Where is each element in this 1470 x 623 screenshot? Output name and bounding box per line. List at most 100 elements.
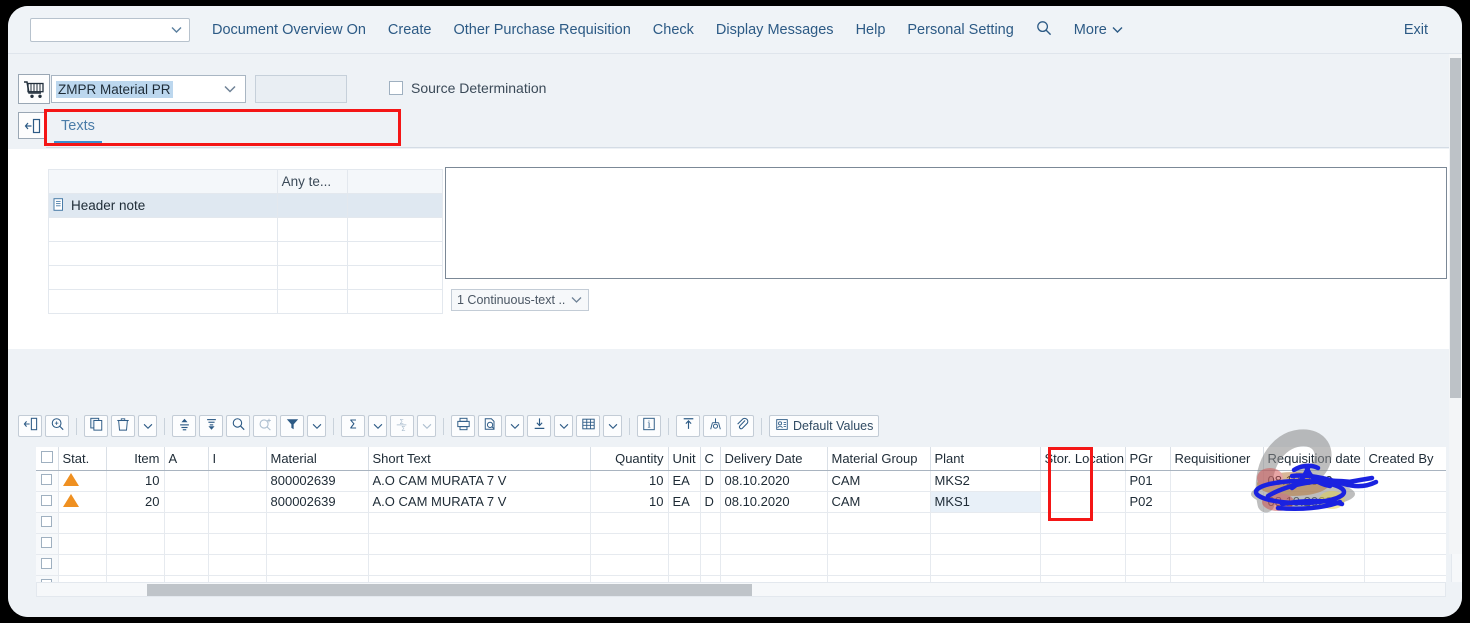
cell-pgr[interactable]: P01 (1125, 470, 1171, 492)
cell-pgr[interactable] (1125, 554, 1171, 576)
cell-pgr[interactable] (1125, 533, 1171, 555)
table-row[interactable]: 20 800002639 A.O CAM MURATA 7 V 10 EA D 08.10.… (36, 491, 1446, 513)
row-select-cell[interactable] (36, 512, 59, 534)
cell-unit[interactable] (668, 554, 701, 576)
cell-delivery-date[interactable] (720, 554, 828, 576)
cell-plant[interactable]: MKS1 (930, 491, 1041, 513)
cell-status[interactable] (58, 512, 107, 534)
items-col-plant[interactable]: Plant (930, 447, 1041, 471)
cell-unit[interactable] (668, 533, 701, 555)
notes-table-row[interactable] (48, 265, 444, 290)
table-row-empty[interactable] (36, 554, 1446, 576)
cell-stor-location[interactable] (1040, 470, 1126, 492)
grid-expand-collapse-button[interactable] (18, 415, 42, 437)
row-select-checkbox[interactable] (41, 474, 53, 485)
toolbar-more-button[interactable]: More (1074, 22, 1123, 38)
notes-table-row[interactable] (48, 289, 444, 314)
cell-c[interactable] (700, 554, 721, 576)
cell-c[interactable] (700, 512, 721, 534)
toolbar-exit-button[interactable]: Exit (1404, 22, 1428, 38)
cell-requisitioner[interactable] (1170, 470, 1264, 492)
cell-c[interactable] (700, 533, 721, 555)
grid-sort-ascending-button[interactable] (172, 415, 196, 437)
grid-search-button[interactable] (226, 415, 250, 437)
header-extra-input[interactable] (255, 75, 347, 103)
cell-i[interactable] (208, 575, 267, 582)
cell-a[interactable] (164, 512, 209, 534)
cell-item[interactable]: 20 (106, 491, 165, 513)
notes-table-row[interactable]: Header note (48, 193, 444, 218)
items-col-item[interactable]: Item (106, 447, 165, 471)
cell-a[interactable] (164, 470, 209, 492)
cell-quantity[interactable] (590, 533, 669, 555)
cell-delivery-date[interactable]: 08.10.2020 (720, 470, 828, 492)
cell-status[interactable] (58, 491, 107, 513)
toolbar-item-create[interactable]: Create (388, 22, 432, 38)
items-col-delivery-date[interactable]: Delivery Date (720, 447, 828, 471)
row-select-cell[interactable] (36, 554, 59, 576)
cell-material-group[interactable]: CAM (827, 491, 931, 513)
grid-print-preview-menu-button[interactable] (505, 415, 524, 437)
cell-requisition-date[interactable]: 08.10.2020 (1263, 491, 1365, 513)
cell-requisitioner[interactable] (1170, 554, 1264, 576)
cell-short-text[interactable] (368, 575, 591, 582)
source-determination-checkbox[interactable] (389, 81, 403, 95)
row-select-cell[interactable] (36, 491, 59, 513)
grid-delete-menu-button[interactable] (138, 415, 157, 437)
cell-requisitioner[interactable] (1170, 575, 1264, 582)
cell-short-text[interactable] (368, 533, 591, 555)
row-select-cell[interactable] (36, 470, 59, 492)
items-col-pgr[interactable]: PGr (1125, 447, 1171, 471)
cell-unit[interactable] (668, 512, 701, 534)
cell-quantity[interactable] (590, 575, 669, 582)
items-col-material-group[interactable]: Material Group (827, 447, 931, 471)
cell-quantity[interactable] (590, 512, 669, 534)
items-col-stor-location[interactable]: Stor. Location (1040, 447, 1126, 471)
cell-i[interactable] (208, 470, 267, 492)
cell-stor-location[interactable] (1040, 554, 1126, 576)
cell-material[interactable] (266, 554, 369, 576)
cell-delivery-date[interactable] (720, 533, 828, 555)
grid-delete-button[interactable] (111, 415, 135, 437)
toolbar-item-display-messages[interactable]: Display Messages (716, 22, 834, 38)
cell-requisitioner[interactable] (1170, 533, 1264, 555)
cell-status[interactable] (58, 575, 107, 582)
toolbar-item-check[interactable]: Check (653, 22, 694, 38)
table-row-empty[interactable] (36, 533, 1446, 555)
cell-c[interactable] (700, 575, 721, 582)
cell-plant[interactable] (930, 533, 1041, 555)
grid-layout-button[interactable] (576, 415, 600, 437)
cell-material-group[interactable] (827, 575, 931, 582)
cell-requisition-date[interactable] (1263, 554, 1365, 576)
cell-material[interactable] (266, 575, 369, 582)
items-col-requisition-date[interactable]: Requisition date (1263, 447, 1365, 471)
cell-pgr[interactable] (1125, 575, 1171, 582)
cell-c[interactable]: D (700, 470, 721, 492)
select-all-checkbox[interactable] (40, 450, 53, 463)
cell-material[interactable]: 800002639 (266, 491, 369, 513)
toolbar-search-button[interactable] (1036, 20, 1052, 40)
main-vertical-scrollbar-thumb[interactable] (1450, 58, 1461, 398)
row-select-cell[interactable] (36, 575, 59, 582)
cell-i[interactable] (208, 491, 267, 513)
cell-item[interactable] (106, 554, 165, 576)
cell-pgr[interactable]: P02 (1125, 491, 1171, 513)
toolbar-item-other-purchase-requisition[interactable]: Other Purchase Requisition (453, 22, 630, 38)
cell-status[interactable] (58, 470, 107, 492)
cell-requisition-date[interactable]: 08.10.2020 (1263, 470, 1365, 492)
items-col-short-text[interactable]: Short Text (368, 447, 591, 471)
toolbar-item-personal-setting[interactable]: Personal Setting (907, 22, 1013, 38)
grid-copy-button[interactable] (84, 415, 108, 437)
cell-requisitioner[interactable] (1170, 491, 1264, 513)
grid-print-preview-button[interactable] (478, 415, 502, 437)
grid-attachment-button[interactable] (730, 415, 754, 437)
text-format-select[interactable]: 1 Continuous-text .. (451, 289, 589, 311)
cell-material-group[interactable] (827, 533, 931, 555)
cell-created-by[interactable] (1364, 470, 1446, 492)
grid-export-menu-button[interactable] (554, 415, 573, 437)
cell-stor-location[interactable] (1040, 533, 1126, 555)
cell-item[interactable]: 10 (106, 470, 165, 492)
cell-pgr[interactable] (1125, 512, 1171, 534)
cell-status[interactable] (58, 554, 107, 576)
items-col-a[interactable]: A (164, 447, 209, 471)
